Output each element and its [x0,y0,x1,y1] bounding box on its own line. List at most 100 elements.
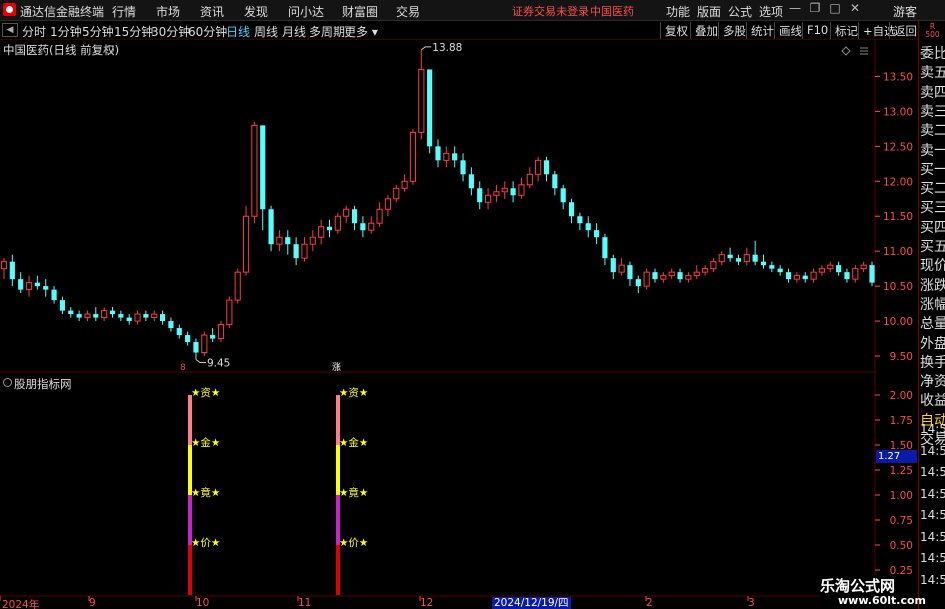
period-1min[interactable]: 1分钟 [50,23,82,40]
price-axis-label-4: 11.50 [883,211,913,223]
signal-label-1-3: ★价★ [339,537,368,549]
sidebar-item-13[interactable]: 涨幅 [920,296,945,315]
candle-body-90 [752,254,758,262]
toolbar-back-icon[interactable]: ◀ [2,23,18,37]
sidebar-item-11[interactable]: 现价 [920,257,945,276]
candle-body-97 [810,271,817,280]
period-intraday[interactable]: 分时 [22,23,46,40]
candle-body-32 [268,209,274,245]
watermark: 乐淘公式网 www.60lt.com [820,575,926,609]
menu-layout[interactable]: 版面 [697,3,721,20]
candle-body-60 [501,187,508,193]
period-15min[interactable]: 15分钟 [114,23,153,40]
title-settings-icon[interactable] [105,45,114,54]
sidebar-item-14[interactable]: 总量 [920,315,945,334]
sidebar-item-15[interactable]: 外盘 [920,335,945,354]
close-icon[interactable]: ✕ [846,1,864,15]
period-daily[interactable]: 日线 [226,23,250,40]
period-60min[interactable]: 60分钟 [188,23,227,40]
candle-body-34 [285,237,291,245]
sidebar-item-1[interactable]: 卖五 [920,64,945,83]
sidebar-item-12[interactable]: 涨跌 [920,277,945,296]
candle-body-88 [735,258,742,262]
period-5min[interactable]: 5分钟 [82,23,114,40]
trade-login-notice[interactable]: 证券交易未登录 [512,3,589,19]
sidebar-item-16[interactable]: 换手 [920,354,945,373]
sidebar-item-25[interactable]: 14:56 [920,508,945,522]
price-axis-label-5: 11.00 [883,246,913,258]
candle-body-2 [18,279,24,290]
sidebar-item-21[interactable]: 14:56 [920,422,945,436]
signal-bar-1-3 [336,545,340,595]
xaxis-label-2024: 2024年 [2,599,40,609]
candle-body-41 [343,208,350,217]
candle-body-4 [34,282,40,287]
candle-body-21 [176,328,182,336]
sidebar-item-10[interactable]: 买五 [920,238,945,257]
sidebar-item-18[interactable]: 收益 [920,392,945,411]
candle-body-7 [59,300,66,311]
candle-body-61 [510,188,516,196]
sidebar-item-28[interactable]: 14:56 [920,573,945,587]
minimize-icon[interactable]: — [786,1,804,15]
candle-body-78 [652,272,658,280]
candle-body-59 [493,191,500,196]
candle-body-53 [443,152,450,161]
high-pointer [421,46,432,51]
candle-body-52 [435,146,441,161]
period-more[interactable]: 更多 ▾ [344,23,378,40]
period-weekly[interactable]: 周线 [254,23,278,40]
period-monthly[interactable]: 月线 [282,23,306,40]
sidebar-item-2[interactable]: 卖四 [920,84,945,103]
guest-label[interactable]: 游客 [893,3,917,20]
menu-trade[interactable]: 交易 [396,3,420,20]
sidebar-item-22[interactable]: 14:56 [920,444,945,458]
sidebar-item-8[interactable]: 买三 [920,199,945,218]
candle-body-71 [593,230,600,238]
sidebar-item-3[interactable]: 卖三 [920,103,945,122]
btn-f10[interactable]: F10 [802,22,832,39]
sidebar-item-23[interactable]: 14:56 [920,465,945,479]
sidebar-item-6[interactable]: 买一 [920,161,945,180]
menu-wealth[interactable]: 财富圈 [342,3,378,20]
sidebar-item-4[interactable]: 卖二 [920,122,945,141]
menu-ask[interactable]: 问小达 [288,3,324,20]
candle-body-18 [151,313,158,319]
sidebar-item-24[interactable]: 14:56 [920,487,945,501]
sidebar-item-9[interactable]: 买四 [920,219,945,238]
sidebar-item-0[interactable]: 委比 [920,45,945,64]
price-axis-label-6: 10.50 [883,281,913,293]
watermark-url: www.60lt.com [838,594,927,607]
ind-axis-label-6: 0.50 [890,540,913,552]
indicator-settings-icon[interactable] [3,378,12,387]
app-name: 通达信金融终端 [20,5,105,19]
chart-area[interactable]: 13.50 13.00 12.50 12.00 11.50 11.00 10.50 10.00… [0,40,945,609]
restore-icon[interactable]: ❐ [806,1,824,15]
menu-news[interactable]: 资讯 [200,3,224,20]
btn-fuquan[interactable]: 复权 [660,22,692,39]
sidebar-item-26[interactable]: 14:56 [920,530,945,544]
period-multi[interactable]: 多周期 [309,23,345,40]
candle-body-98 [818,268,826,273]
sidebar-item-27[interactable]: 14:56 [920,551,945,565]
ind-axis-label-4: 1.00 [890,490,913,502]
menu-market[interactable]: 市场 [156,3,180,20]
candle-body-101 [844,272,850,280]
maximize-icon[interactable]: □ [826,1,844,15]
menu-discover[interactable]: 发现 [244,3,268,20]
sidebar-item-5[interactable]: 卖一 [920,142,945,161]
menu-quotes[interactable]: 行情 [112,3,136,20]
menu-formula[interactable]: 公式 [728,3,752,20]
sidebar-item-17[interactable]: 净资 [920,373,945,392]
kline-chart[interactable]: 13.50 13.00 12.50 12.00 11.50 11.00 10.50 10.00… [0,40,918,609]
menu-options[interactable]: 选项 [759,3,783,20]
period-30min[interactable]: 30分钟 [151,23,190,40]
candle-body-44 [368,222,375,231]
sidebar-item-7[interactable]: 买二 [920,180,945,199]
btn-return[interactable]: 返回 [889,22,921,39]
candle-body-51 [427,69,433,147]
candle-body-63 [526,173,533,186]
menu-function[interactable]: 功能 [666,3,690,20]
candle-body-76 [635,279,641,287]
candle-body-6 [51,289,57,301]
